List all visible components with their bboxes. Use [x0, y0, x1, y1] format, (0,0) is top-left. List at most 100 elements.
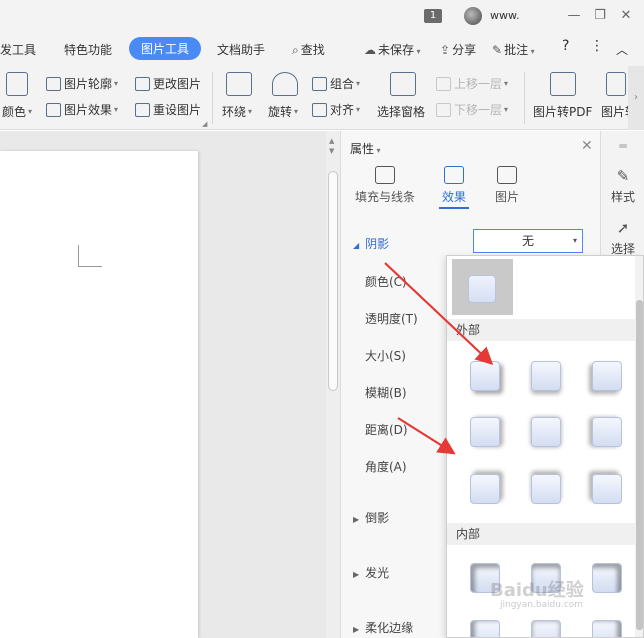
fill-bucket-icon	[375, 166, 395, 184]
shadow-inner-option[interactable]	[592, 563, 622, 593]
change-picture-button[interactable]: 更改图片	[135, 75, 201, 92]
outline-icon	[46, 76, 61, 91]
tab-doc-assistant[interactable]: 文档助手	[217, 41, 265, 58]
minimize-button[interactable]: —	[564, 6, 584, 26]
shadow-outer-option[interactable]	[531, 361, 561, 391]
panel-title-label: 属性	[350, 142, 375, 156]
menu-bar: 发工具 特色功能 图片工具 文档助手 ⌕ 查找 ☁ 未保存 ▾ ⇪ 分享 ✎ 批注 ▾ …	[0, 32, 644, 66]
section-soft-edges[interactable]: ▶ 柔化边缘	[353, 619, 413, 636]
send-backward-label: 下移一层	[454, 103, 503, 117]
shadow-outer-option[interactable]	[592, 474, 622, 504]
tab-effect[interactable]: 效果	[442, 166, 466, 205]
change-picture-icon	[135, 76, 150, 91]
effect-button[interactable]: 图片效果 ▾	[46, 101, 118, 118]
bring-forward-button[interactable]: 上移一层 ▾	[436, 75, 508, 92]
wrap-button[interactable]: 环绕 ▾	[222, 103, 252, 120]
share-label: 分享	[452, 43, 477, 57]
avatar[interactable]	[464, 7, 482, 25]
tab-picture-tools[interactable]: 图片工具	[129, 37, 202, 60]
expanded-triangle-icon: ◢	[353, 241, 360, 250]
shadow-inner-option[interactable]	[592, 620, 622, 637]
outline-label: 图片轮廓	[64, 77, 113, 91]
prop-distance: 距离(D)	[365, 423, 408, 437]
shadow-outer-option[interactable]	[592, 417, 622, 447]
document-area	[0, 131, 326, 638]
unsaved-label: 未保存	[378, 43, 415, 57]
shadow-outer-option[interactable]	[531, 474, 561, 504]
rail-handle[interactable]: ═	[601, 139, 644, 153]
reset-picture-button[interactable]: 重设图片	[135, 101, 201, 118]
pdf-icon	[550, 72, 576, 96]
document-scrollbar[interactable]: ▲ ▼	[326, 131, 340, 638]
tab-fill-line-label: 填充与线条	[355, 190, 416, 204]
effect-icon	[46, 102, 61, 117]
reset-picture-label: 重设图片	[153, 103, 202, 117]
find-label: 查找	[300, 43, 325, 57]
scrollbar-thumb[interactable]	[328, 171, 338, 391]
ribbon-scroll-right[interactable]: ›	[628, 66, 644, 130]
shadow-inner-option[interactable]	[470, 620, 500, 637]
annotate-button[interactable]: ✎ 批注 ▾	[492, 41, 535, 58]
shadow-outer-option[interactable]	[470, 474, 500, 504]
send-backward-icon	[436, 102, 451, 117]
popup-scrollbar-thumb[interactable]	[636, 300, 643, 630]
rail-style-label: 样式	[610, 190, 635, 204]
reset-picture-icon	[135, 102, 150, 117]
tab-find[interactable]: ⌕ 查找	[292, 41, 325, 58]
help-button[interactable]: ?	[562, 38, 569, 54]
shadow-preset-dropdown[interactable]: 无 ▾	[473, 229, 583, 253]
rotate-icon	[272, 72, 298, 96]
tab-special-features[interactable]: 特色功能	[64, 41, 112, 58]
restore-button[interactable]: ❐	[590, 6, 610, 26]
share-button[interactable]: ⇪ 分享	[440, 41, 476, 58]
glow-label: 发光	[365, 566, 390, 580]
bring-forward-icon	[436, 76, 451, 91]
unsaved-button[interactable]: ☁ 未保存 ▾	[364, 41, 421, 58]
align-button[interactable]: 对齐 ▾	[312, 101, 360, 118]
picture-to-pdf-button[interactable]: 图片转PDF	[533, 103, 592, 120]
notification-badge[interactable]: 1	[424, 9, 442, 23]
scroll-up-icon[interactable]: ▼	[329, 147, 334, 155]
shadow-none-option[interactable]	[452, 259, 513, 315]
cloud-icon: ☁	[364, 43, 376, 57]
tab-fill-line[interactable]: 填充与线条	[355, 166, 415, 205]
send-backward-button[interactable]: 下移一层 ▾	[436, 101, 508, 118]
section-shadow[interactable]: ◢ 阴影	[353, 235, 389, 252]
tab-effect-label: 效果	[442, 190, 467, 204]
shadow-outer-option[interactable]	[592, 361, 622, 391]
popup-scrollbar[interactable]	[635, 256, 643, 637]
collapse-ribbon-button[interactable]: ︿	[616, 41, 628, 58]
rail-style-button[interactable]: ✎ 样式	[601, 167, 644, 205]
rail-select-button[interactable]: ➚ 选择	[601, 219, 644, 257]
align-icon	[312, 102, 327, 117]
share-icon: ⇪	[440, 43, 451, 57]
picture-tab-icon	[497, 166, 517, 184]
group-button[interactable]: 组合 ▾	[312, 75, 360, 92]
tab-dev-tools[interactable]: 发工具	[0, 41, 36, 58]
shadow-outer-option[interactable]	[470, 417, 500, 447]
close-icon[interactable]: ✕	[581, 138, 593, 154]
prop-angle: 角度(A)	[365, 460, 407, 474]
shadow-outer-option[interactable]	[470, 361, 500, 391]
dialog-launcher-icon[interactable]: ◢	[202, 120, 207, 128]
user-name[interactable]: www.	[490, 9, 519, 22]
section-reflection[interactable]: ▶ 倒影	[353, 509, 389, 526]
selection-pane-button[interactable]: 选择窗格	[377, 103, 425, 120]
change-picture-label: 更改图片	[153, 77, 202, 91]
prop-color: 颜色(C)	[365, 275, 407, 289]
more-button[interactable]: ⋮	[590, 38, 604, 54]
panel-title[interactable]: 属性 ▾	[350, 140, 381, 157]
shadow-label: 阴影	[365, 237, 390, 251]
scroll-up-icon[interactable]: ▲	[329, 137, 334, 145]
rotate-button[interactable]: 旋转 ▾	[268, 103, 298, 120]
collapsed-triangle-icon: ▶	[353, 570, 360, 579]
close-button[interactable]: ✕	[616, 6, 636, 26]
section-glow[interactable]: ▶ 发光	[353, 564, 389, 581]
shadow-outer-option[interactable]	[531, 417, 561, 447]
tab-picture[interactable]: 图片	[495, 166, 519, 205]
margin-corner-mark	[78, 245, 102, 267]
document-page[interactable]	[0, 151, 198, 638]
outline-button[interactable]: 图片轮廓 ▾	[46, 75, 118, 92]
color-button[interactable]: 颜色 ▾	[2, 103, 32, 120]
shadow-inner-option[interactable]	[531, 620, 561, 637]
